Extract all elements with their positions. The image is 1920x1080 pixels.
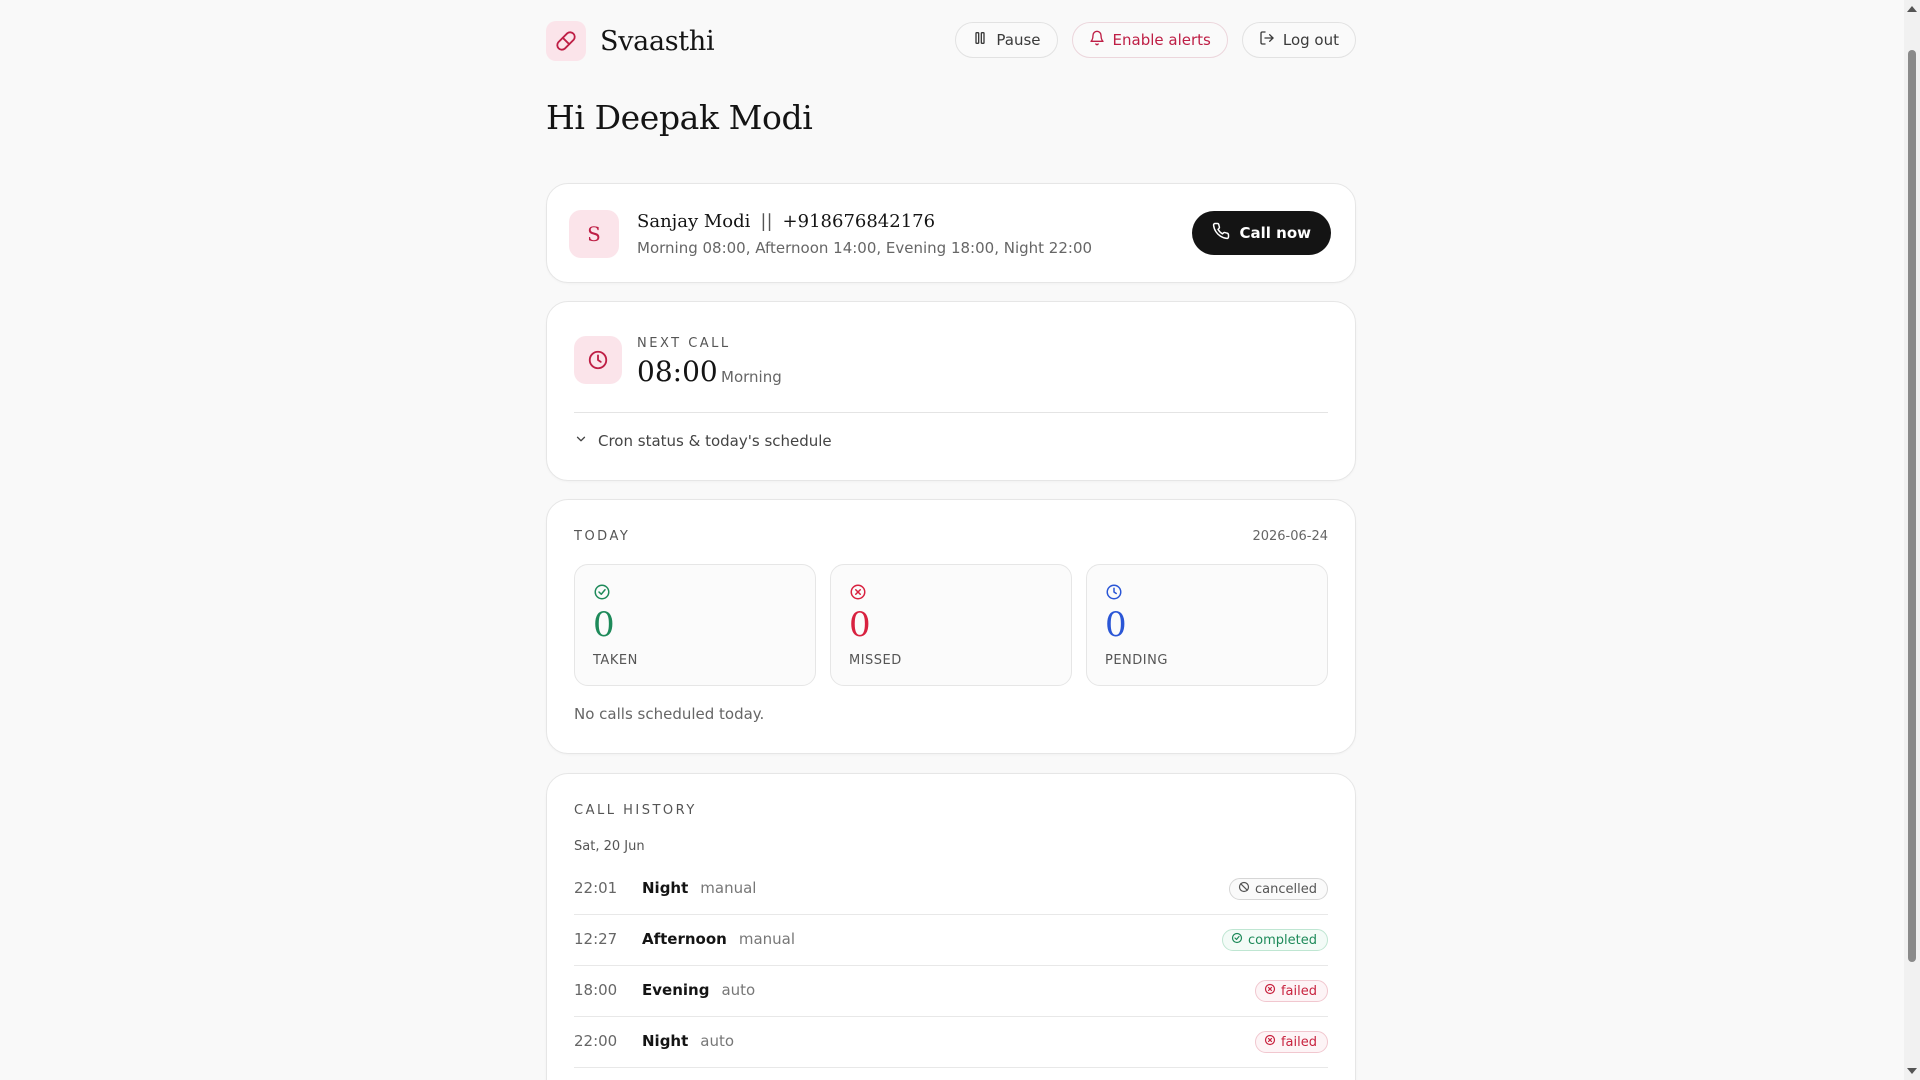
history-call-type: auto [700,1032,735,1050]
pause-button-label: Pause [996,31,1041,49]
scrollbar-thumb[interactable] [1908,50,1916,962]
call-history-card: CALL HISTORY Sat, 20 Jun 22:01 Night manu… [546,773,1356,1080]
stat-missed: 0 MISSED [830,564,1072,686]
page-title: Hi Deepak Modi [546,98,813,137]
pill-icon [546,21,586,61]
stat-taken: 0 TAKEN [574,564,816,686]
scroll-up-icon[interactable] [1907,6,1917,12]
pause-icon [972,30,988,50]
cron-schedule-toggle[interactable]: Cron status & today's schedule [574,432,832,450]
history-time: 22:01 [574,879,618,897]
today-label: TODAY [574,529,631,544]
history-slot-name: Evening [642,981,710,999]
logout-label: Log out [1282,31,1339,49]
page-scrollbar[interactable] [1904,0,1920,1080]
table-row: 12:27 Afternoon manual completed [574,915,1328,966]
next-call-card: NEXT CALL 08:00 Morning Cron status & to… [546,301,1356,481]
check-circle-icon [593,583,611,605]
x-circle-icon [1264,983,1276,999]
today-card: TODAY 2026-06-24 0 TAKEN 0 MISSED 0 PEND… [546,499,1356,754]
logout-icon [1259,30,1275,50]
status-badge-label: failed [1280,1034,1317,1050]
bell-icon [1089,30,1105,50]
page: Svaasthi Pause Enable alerts Log out Hi … [0,0,1920,1080]
stat-missed-label: MISSED [849,653,902,668]
history-list: 22:01 Night manual cancelled 12:27 After… [574,864,1328,1068]
enable-alerts-button[interactable]: Enable alerts [1071,22,1228,58]
patient-name: Sanjay Modi [637,211,751,232]
patient-identity: Sanjay Modi || +918676842176 [637,211,935,232]
history-slot: Night auto [642,1032,734,1050]
status-badge: failed [1254,1031,1328,1053]
clock-icon [1105,583,1123,605]
identity-separator: || [760,211,773,232]
status-badge-label: completed [1248,932,1317,948]
history-call-type: manual [700,879,757,897]
ban-icon [1238,881,1250,897]
history-slot-name: Night [642,1032,689,1050]
cron-toggle-label: Cron status & today's schedule [598,432,832,450]
history-call-type: manual [738,930,796,948]
x-circle-icon [1264,1034,1276,1050]
status-badge: completed [1222,929,1328,951]
stat-missed-value: 0 [849,605,871,645]
enable-alerts-label: Enable alerts [1112,31,1211,49]
clock-icon [574,336,622,384]
table-row: 22:00 Night auto failed [574,1017,1328,1068]
status-badge: cancelled [1229,878,1328,900]
scroll-down-icon[interactable] [1907,1068,1917,1074]
history-time: 22:00 [574,1032,618,1050]
stat-row: 0 TAKEN 0 MISSED 0 PENDING [574,564,1328,686]
stat-pending-label: PENDING [1105,653,1168,668]
history-day-heading: Sat, 20 Jun [574,839,645,854]
check-circle-icon [1231,932,1243,948]
call-now-button[interactable]: Call now [1191,211,1331,255]
chevron-down-icon [574,432,588,450]
status-badge: failed [1254,980,1328,1002]
history-slot: Evening auto [642,981,755,999]
history-slot-name: Afternoon [642,930,727,948]
avatar: S [569,210,619,258]
call-history-label: CALL HISTORY [574,803,697,818]
empty-schedule-message: No calls scheduled today. [574,705,765,723]
logout-button[interactable]: Log out [1241,22,1356,58]
stat-taken-value: 0 [593,605,615,645]
table-row: 18:00 Evening auto failed [574,966,1328,1017]
x-circle-icon [849,583,867,605]
divider [574,412,1328,413]
patient-phone: +918676842176 [782,211,936,232]
stat-pending: 0 PENDING [1086,564,1328,686]
patient-schedule: Morning 08:00, Afternoon 14:00, Evening … [637,239,1093,257]
next-call-slot: Morning [721,368,782,386]
patient-card: S Sanjay Modi || +918676842176 Morning 08:… [546,183,1356,283]
top-actions: Pause Enable alerts Log out [955,22,1356,58]
next-call-label: NEXT CALL [637,336,731,351]
history-call-type: auto [721,981,756,999]
brand[interactable]: Svaasthi [546,21,715,61]
history-time: 12:27 [574,930,618,948]
table-row: 22:01 Night manual cancelled [574,864,1328,915]
status-badge-label: failed [1280,983,1317,999]
call-now-label: Call now [1239,224,1311,242]
history-slot-name: Night [642,879,689,897]
stat-pending-value: 0 [1105,605,1127,645]
main-container: Svaasthi Pause Enable alerts Log out Hi … [546,0,1356,1080]
pause-button[interactable]: Pause [955,22,1058,58]
status-badge-label: cancelled [1255,881,1317,897]
today-date: 2026-06-24 [1252,529,1328,544]
stat-taken-label: TAKEN [593,653,638,668]
history-slot: Afternoon manual [642,930,795,948]
history-time: 18:00 [574,981,618,999]
app-name: Svaasthi [600,25,715,57]
next-call-time: 08:00 [637,355,718,388]
top-bar: Svaasthi Pause Enable alerts Log out [546,0,1356,82]
phone-icon [1212,222,1230,244]
history-slot: Night manual [642,879,756,897]
